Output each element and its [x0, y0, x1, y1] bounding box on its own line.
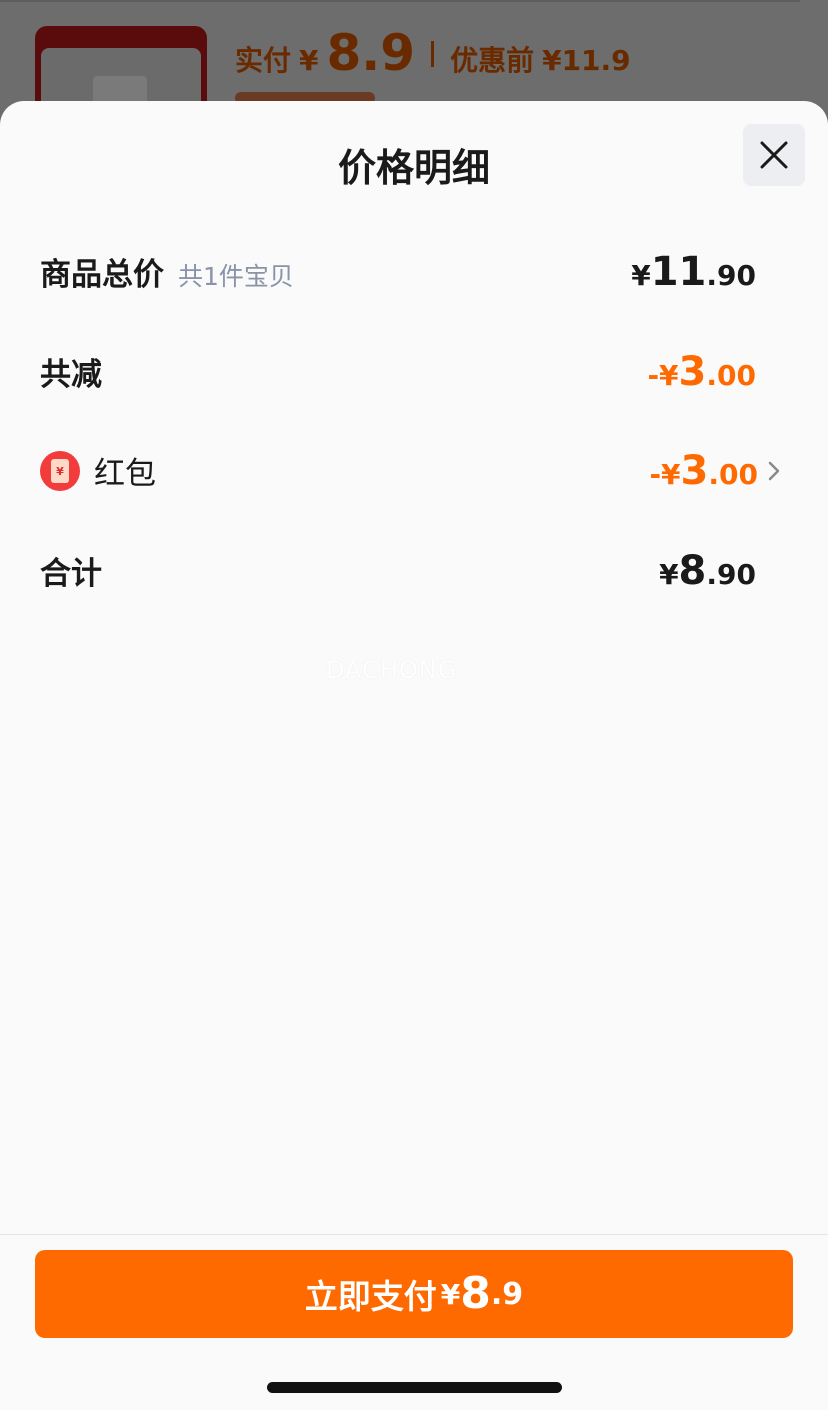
currency-symbol: -¥ — [649, 457, 681, 491]
footer-divider — [0, 1234, 828, 1235]
red-packet-row[interactable]: ¥ 红包 -¥ 3 .00 — [40, 448, 780, 493]
item-count: 共1件宝贝 — [178, 262, 294, 291]
close-icon — [760, 141, 788, 169]
currency-symbol: ¥ — [659, 557, 679, 591]
total-price: ¥ 8 .90 — [659, 551, 756, 591]
red-packet-icon: ¥ — [40, 450, 80, 491]
price-integer: 3 — [678, 348, 707, 395]
original-label: 优惠前 — [450, 44, 535, 77]
subtotal-row: 商品总价 共1件宝贝 ¥ 11 .90 — [40, 249, 756, 294]
price-decimal: .90 — [706, 258, 756, 292]
original-price: ¥11.9 — [542, 44, 631, 77]
price-detail-sheet: 价格明细 商品总价 共1件宝贝 ¥ 11 .90 共减 -¥ 3 .00 ¥ 红… — [0, 101, 828, 1410]
total-row: 合计 ¥ 8 .90 — [40, 548, 756, 593]
pay-button-integer: 8 — [460, 1268, 491, 1319]
price-decimal: .00 — [708, 457, 758, 491]
paid-label: 实付 — [235, 44, 292, 77]
price-separator — [431, 40, 435, 67]
watermark: DACHONG — [326, 656, 458, 684]
subtotal-price: ¥ 11 .90 — [631, 252, 756, 292]
background-divider — [0, 0, 800, 2]
discount-price: -¥ 3 .00 — [647, 352, 756, 392]
pay-now-button[interactable]: 立即支付 ¥ 8 .9 — [35, 1250, 793, 1338]
red-packet-price: -¥ 3 .00 — [649, 451, 758, 491]
close-button[interactable] — [743, 124, 805, 186]
currency-symbol: -¥ — [647, 358, 679, 392]
price-decimal: .00 — [706, 358, 756, 392]
sheet-title: 价格明细 — [337, 146, 490, 190]
price-integer: 8 — [678, 547, 707, 594]
pay-button-symbol: ¥ — [440, 1277, 461, 1311]
total-label: 合计 — [40, 556, 102, 592]
chevron-right-icon — [768, 461, 780, 481]
red-packet-label: 红包 — [94, 456, 156, 492]
price-decimal: .90 — [706, 557, 756, 591]
discount-label: 共减 — [40, 357, 102, 393]
discount-row: 共减 -¥ 3 .00 — [40, 349, 756, 394]
price-integer: 3 — [680, 447, 709, 494]
background-price-summary: 实付 ¥ 8.9 优惠前 ¥11.9 — [235, 28, 631, 79]
currency-symbol: ¥ — [631, 258, 651, 292]
home-indicator — [267, 1382, 562, 1393]
paid-symbol: ¥ — [299, 44, 319, 77]
pay-button-decimal: .9 — [490, 1276, 524, 1312]
price-integer: 11 — [650, 248, 707, 295]
pay-button-label: 立即支付 — [304, 1277, 437, 1316]
subtotal-label: 商品总价 — [40, 257, 164, 293]
paid-amount: 8.9 — [326, 24, 416, 82]
